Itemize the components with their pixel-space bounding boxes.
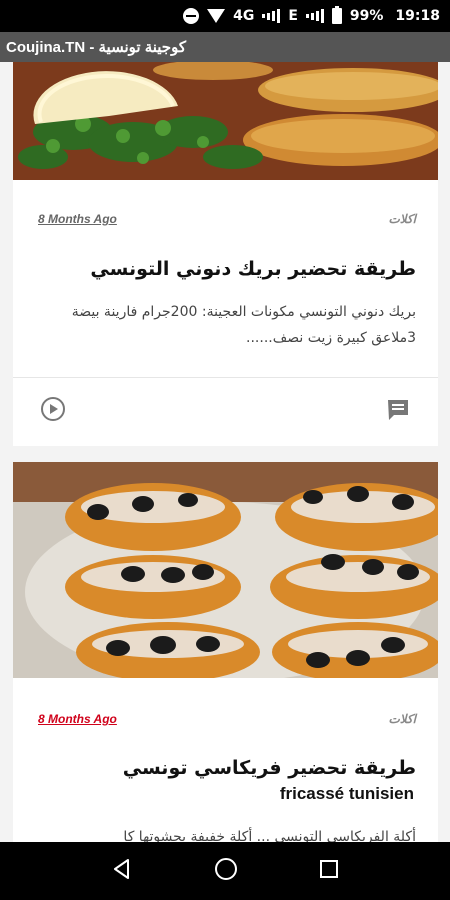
home-icon xyxy=(214,858,237,880)
article-image[interactable] xyxy=(13,462,438,678)
play-icon[interactable] xyxy=(40,396,66,422)
battery-percent: 99% xyxy=(349,8,384,24)
article-title[interactable]: طريقة تحضير بريك دنوني التونسي xyxy=(90,258,416,280)
clock: 19:18 xyxy=(395,8,440,24)
divider xyxy=(13,377,438,378)
article-meta: 8 Months Ago اكلات xyxy=(13,210,438,230)
recents-button[interactable] xyxy=(318,858,340,884)
article-date: 8 Months Ago xyxy=(38,212,117,226)
fricasse-photo xyxy=(13,462,438,678)
do-not-disturb-icon xyxy=(183,8,200,24)
app-title: Coujina.TN - كوجينة تونسية xyxy=(6,39,186,56)
navigation-bar xyxy=(0,842,450,900)
back-button[interactable] xyxy=(110,857,134,885)
comment-icon[interactable] xyxy=(385,397,411,423)
status-bar: 4G E 99% 19:18 xyxy=(0,0,450,32)
signal-icon-2 xyxy=(305,9,324,23)
signal-icon xyxy=(262,9,281,23)
article-title[interactable]: طريقة تحضير فريكاسي تونسي xyxy=(123,757,416,779)
article-card[interactable]: 8 Months Ago اكلات طريقة تحضير فريكاسي ت… xyxy=(13,462,438,842)
home-button[interactable] xyxy=(213,856,239,886)
article-category[interactable]: اكلات xyxy=(388,212,416,226)
brik-photo xyxy=(13,62,438,180)
back-icon xyxy=(113,859,129,879)
article-category[interactable]: اكلات xyxy=(388,712,416,726)
article-meta: 8 Months Ago اكلات xyxy=(13,710,438,730)
data-type-label: E xyxy=(288,8,298,24)
article-subtitle: fricassé tunisien xyxy=(279,784,414,803)
article-date: 8 Months Ago xyxy=(38,712,117,726)
wifi-icon xyxy=(207,9,226,23)
article-image[interactable] xyxy=(13,62,438,180)
recents-icon xyxy=(320,860,339,878)
battery-icon xyxy=(331,6,342,24)
article-card[interactable]: 8 Months Ago اكلات طريقة تحضير بريك دنون… xyxy=(13,62,438,446)
article-excerpt: أكلة الفريكاسي التونسي ... أكلة خفيفة بح… xyxy=(123,829,416,842)
app-bar: Coujina.TN - كوجينة تونسية xyxy=(0,32,450,62)
network-type-label: 4G xyxy=(233,8,255,24)
article-excerpt: بريك دنوني التونسي مكونات العجينة: 200جر… xyxy=(71,304,416,346)
